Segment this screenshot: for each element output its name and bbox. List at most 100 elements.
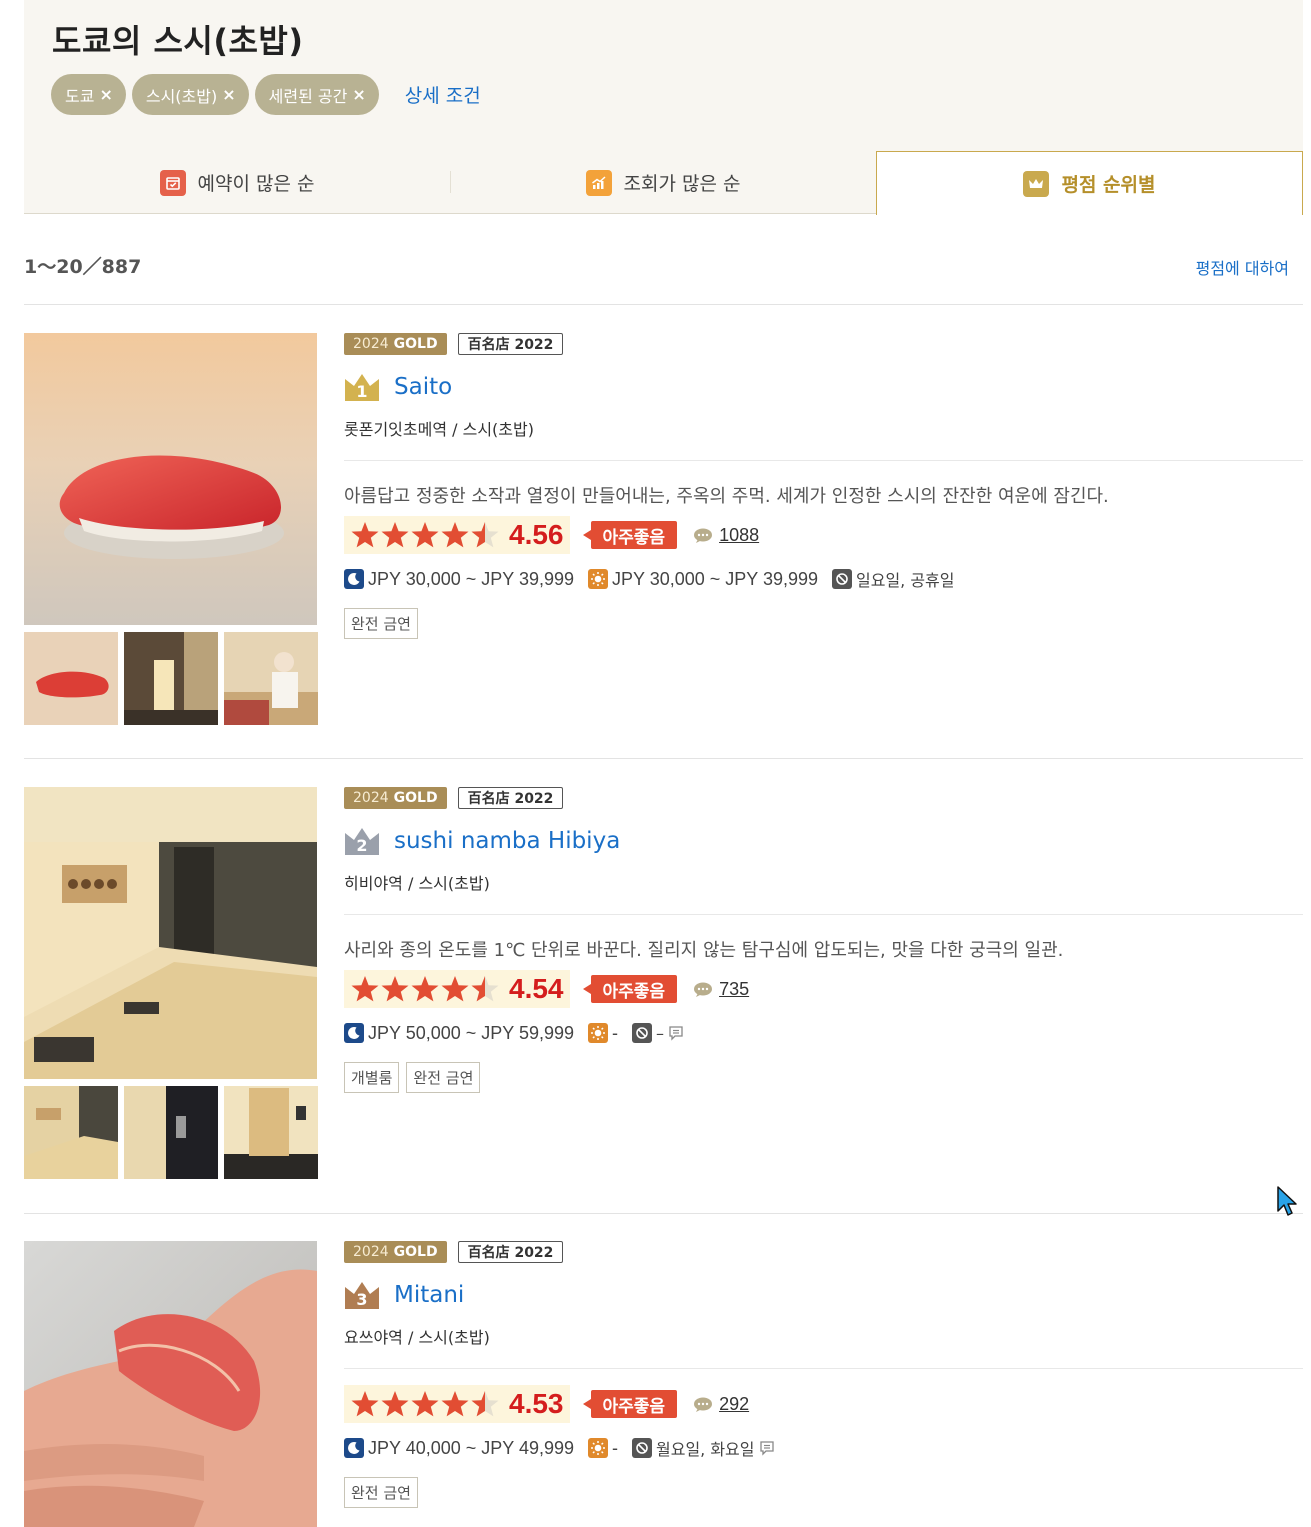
restaurant-name-link[interactable]: sushi namba Hibiya xyxy=(394,828,620,854)
moon-icon xyxy=(344,1023,364,1043)
price-row: JPY 40,000 ~ JPY 49,999 - 월요일, 화요일 xyxy=(344,1436,1303,1460)
rank-number: 1 xyxy=(356,382,368,401)
rating-row: 4.54 아주좋음 735 xyxy=(344,970,1303,1008)
main-photo[interactable] xyxy=(24,333,317,625)
rank-crown-icon: 1 xyxy=(344,371,380,403)
detail-conditions-link[interactable]: 상세 조건 xyxy=(405,81,481,108)
review-count-link[interactable]: 292 xyxy=(693,1394,749,1415)
feature-tag: 개별룸 xyxy=(344,1062,400,1093)
award-badge: 아주좋음 xyxy=(582,975,678,1003)
chip-label: 세련된 공간 xyxy=(268,86,348,106)
about-rating-link[interactable]: 평점에 대하여 xyxy=(1196,255,1289,279)
award-badge: 아주좋음 xyxy=(582,521,678,549)
restaurant-item: 2024 GOLD 百名店 2022 1 Saito 롯폰기잇초메역 / 스시(초… xyxy=(24,333,1303,728)
star-icon xyxy=(381,1391,409,1417)
feature-tags: 완전 금연 xyxy=(344,1477,1303,1508)
mouse-cursor-icon xyxy=(1277,1186,1297,1216)
feature-tag: 완전 금연 xyxy=(344,608,418,639)
star-icon xyxy=(351,976,379,1002)
sun-icon xyxy=(588,569,608,589)
search-header: 도쿄의 스시(초밥) 도쿄 × 스시(초밥) × 세련된 공간 × 상세 조건 예약이… xyxy=(24,0,1303,215)
dinner-price: JPY 40,000 ~ JPY 49,999 xyxy=(344,1438,574,1459)
star-icon xyxy=(351,1391,379,1417)
thumbnail-photo[interactable] xyxy=(224,1086,318,1179)
divider xyxy=(344,914,1303,915)
divider xyxy=(24,758,1303,759)
filter-chip-genre[interactable]: 스시(초밥) × xyxy=(131,74,249,115)
tab-most-reserved[interactable]: 예약이 많은 순 xyxy=(24,151,450,214)
tab-label: 평점 순위별 xyxy=(1061,174,1156,196)
award-badge: 아주좋음 xyxy=(582,1390,678,1418)
moon-icon xyxy=(344,1438,364,1458)
close-icon[interactable]: × xyxy=(99,85,112,104)
star-icon xyxy=(441,976,469,1002)
closed-day-icon xyxy=(832,569,852,589)
thumbnail-photo[interactable] xyxy=(224,632,318,725)
restaurant-item: 2024 GOLD 百名店 2022 2 sushi namba Hibiya 히… xyxy=(24,787,1303,1182)
rating-score: 4.54 xyxy=(509,973,564,1004)
review-count: 735 xyxy=(719,978,750,999)
tab-top-rated[interactable]: 평점 순위별 xyxy=(876,151,1303,215)
lunch-price: - xyxy=(588,1023,618,1044)
filter-chip-area[interactable]: 도쿄 × xyxy=(51,74,126,115)
restaurant-info: 2024 GOLD 百名店 2022 1 Saito 롯폰기잇초메역 / 스시(초… xyxy=(344,333,1303,639)
tab-most-viewed[interactable]: 조회가 많은 순 xyxy=(450,151,876,214)
gold-badge: 2024 GOLD xyxy=(344,1241,447,1263)
divider xyxy=(344,460,1303,461)
divider xyxy=(344,1368,1303,1369)
half-star-icon xyxy=(471,522,499,548)
thumbnail-photo[interactable] xyxy=(124,1086,218,1179)
holiday-info: – xyxy=(632,1023,684,1043)
result-summary: 1～20／887 평점에 대하여 xyxy=(24,250,1289,280)
rating-box: 4.53 xyxy=(344,1385,570,1423)
note-icon[interactable] xyxy=(759,1440,775,1456)
star-rating xyxy=(350,521,500,549)
main-photo[interactable] xyxy=(24,787,317,1079)
gold-badge: 2024 GOLD xyxy=(344,333,447,355)
holiday-info: 월요일, 화요일 xyxy=(632,1436,775,1460)
tab-label: 조회가 많은 순 xyxy=(623,173,741,195)
rating-score: 4.56 xyxy=(509,519,564,550)
price-row: JPY 30,000 ~ JPY 39,999 JPY 30,000 ~ JPY… xyxy=(344,567,1303,591)
thumbnail-photo[interactable] xyxy=(24,1086,118,1179)
close-icon[interactable]: × xyxy=(352,85,365,104)
page-title: 도쿄의 스시(초밥) xyxy=(52,22,304,60)
badges: 2024 GOLD 百名店 2022 xyxy=(344,787,1303,809)
gold-badge: 2024 GOLD xyxy=(344,787,447,809)
star-icon xyxy=(441,1391,469,1417)
filter-chip-situation[interactable]: 세련된 공간 × xyxy=(254,74,379,115)
feature-tag: 완전 금연 xyxy=(344,1477,418,1508)
review-count-link[interactable]: 735 xyxy=(693,979,749,1000)
star-icon xyxy=(381,976,409,1002)
star-icon xyxy=(411,976,439,1002)
area-genre: 롯폰기잇초메역 / 스시(초밥) xyxy=(344,420,534,439)
review-count: 1088 xyxy=(719,524,760,545)
sort-tabs: 예약이 많은 순 조회가 많은 순 평점 순위별 xyxy=(24,151,1303,215)
calendar-icon xyxy=(159,169,186,196)
note-icon[interactable] xyxy=(668,1025,684,1041)
hyakumeiten-badge: 百名店 2022 xyxy=(457,1241,564,1263)
feature-tag: 완전 금연 xyxy=(406,1062,481,1093)
hyakumeiten-badge: 百名店 2022 xyxy=(457,787,564,809)
star-icon xyxy=(381,522,409,548)
area-genre: 요쓰야역 / 스시(초밥) xyxy=(344,1328,490,1347)
review-count-link[interactable]: 1088 xyxy=(693,525,759,546)
main-photo[interactable] xyxy=(24,1241,317,1527)
rating-score: 4.53 xyxy=(509,1388,564,1419)
rating-row: 4.53 아주좋음 292 xyxy=(344,1385,1303,1423)
restaurant-name-link[interactable]: Saito xyxy=(394,374,452,400)
crown-icon xyxy=(1023,170,1050,197)
restaurant-info: 2024 GOLD 百名店 2022 2 sushi namba Hibiya 히… xyxy=(344,787,1303,1093)
restaurant-name-link[interactable]: Mitani xyxy=(394,1282,464,1308)
badges: 2024 GOLD 百名店 2022 xyxy=(344,333,1303,355)
star-icon xyxy=(411,1391,439,1417)
thumbnail-photo[interactable] xyxy=(124,632,218,725)
close-icon[interactable]: × xyxy=(222,85,235,104)
rating-box: 4.54 xyxy=(344,970,570,1008)
rating-row: 4.56 아주좋음 1088 xyxy=(344,516,1303,554)
chip-label: 스시(초밥) xyxy=(145,86,218,106)
tab-label: 예약이 많은 순 xyxy=(197,173,315,195)
feature-tags: 완전 금연 xyxy=(344,608,1303,639)
thumbnail-photo[interactable] xyxy=(24,632,118,725)
sun-icon xyxy=(588,1023,608,1043)
